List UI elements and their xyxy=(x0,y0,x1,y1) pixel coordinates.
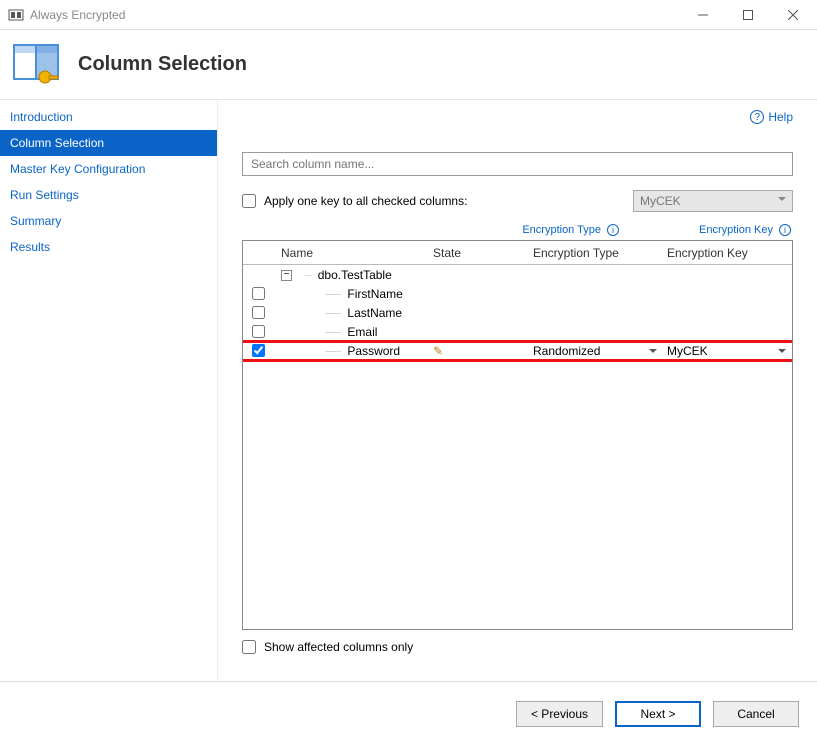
tree-connector-icon: ┈┈┈ xyxy=(325,347,340,358)
columns-grid: Name State Encryption Type Encryption Ke… xyxy=(242,240,793,630)
encryption-key-info-link[interactable]: Encryption Key i xyxy=(699,224,791,236)
chevron-down-icon xyxy=(649,349,657,357)
help-icon: ? xyxy=(750,110,764,124)
app-icon xyxy=(8,7,24,23)
apply-key-label: Apply one key to all checked columns: xyxy=(264,194,467,208)
window-title: Always Encrypted xyxy=(30,8,125,22)
sidebar-item-introduction[interactable]: Introduction xyxy=(0,104,217,130)
table-row: ┈┈┈ LastName xyxy=(243,303,792,322)
sidebar-item-run-settings[interactable]: Run Settings xyxy=(0,182,217,208)
sidebar-item-summary[interactable]: Summary xyxy=(0,208,217,234)
wizard-sidebar: Introduction Column Selection Master Key… xyxy=(0,100,218,681)
table-name: dbo.TestTable xyxy=(318,268,392,282)
help-label: Help xyxy=(768,110,793,124)
search-input[interactable] xyxy=(242,152,793,176)
row-checkbox[interactable] xyxy=(252,325,265,338)
maximize-button[interactable] xyxy=(725,0,770,30)
sidebar-item-column-selection[interactable]: Column Selection xyxy=(0,130,217,156)
previous-button[interactable]: < Previous xyxy=(516,701,603,727)
column-name: Email xyxy=(347,325,377,339)
cancel-button[interactable]: Cancel xyxy=(713,701,799,727)
next-button[interactable]: Next > xyxy=(615,701,701,727)
encryption-type-info-link[interactable]: Encryption Type i xyxy=(522,224,619,236)
minimize-button[interactable] xyxy=(680,0,725,30)
apply-key-combo[interactable]: MyCEK xyxy=(633,190,793,212)
tree-connector-icon: ┈┈┈ xyxy=(325,309,340,320)
table-row: ┈┈┈ Email xyxy=(243,322,792,341)
page-title: Column Selection xyxy=(78,53,247,76)
close-button[interactable] xyxy=(770,0,815,30)
row-checkbox[interactable] xyxy=(252,306,265,319)
column-name: Password xyxy=(347,344,400,358)
column-name: FirstName xyxy=(347,287,402,301)
help-link[interactable]: ? Help xyxy=(750,110,793,124)
tree-table-node[interactable]: − ┈ dbo.TestTable xyxy=(243,265,792,284)
row-checkbox[interactable] xyxy=(252,344,265,357)
wizard-footer: < Previous Next > Cancel xyxy=(0,681,817,745)
row-checkbox[interactable] xyxy=(252,287,265,300)
tree-connector-icon: ┈┈┈ xyxy=(325,328,340,339)
sidebar-item-results[interactable]: Results xyxy=(0,234,217,260)
show-affected-label: Show affected columns only xyxy=(264,640,413,654)
sidebar-item-master-key-configuration[interactable]: Master Key Configuration xyxy=(0,156,217,182)
grid-body: − ┈ dbo.TestTable ┈┈┈ FirstName xyxy=(243,265,792,629)
table-row: ┈┈┈ FirstName xyxy=(243,284,792,303)
encryption-type-dropdown[interactable]: Randomized xyxy=(533,344,663,358)
main-panel: ? Help Apply one key to all checked colu… xyxy=(218,100,817,681)
show-affected-checkbox[interactable] xyxy=(242,640,256,654)
column-selection-icon xyxy=(12,41,60,89)
tree-connector-icon: ┈ xyxy=(305,271,310,282)
collapse-icon[interactable]: − xyxy=(281,270,292,281)
grid-header-enctype[interactable]: Encryption Type xyxy=(533,246,663,260)
grid-header-name[interactable]: Name xyxy=(273,246,433,260)
info-icon: i xyxy=(779,224,791,236)
tree-connector-icon: ┈┈┈ xyxy=(325,290,340,301)
table-row: ┈┈┈ Password ✎ Randomized MyCEK xyxy=(243,341,792,360)
apply-key-combo-value: MyCEK xyxy=(640,194,681,208)
apply-key-checkbox-label[interactable]: Apply one key to all checked columns: xyxy=(242,194,467,208)
chevron-down-icon xyxy=(778,349,786,357)
page-header: Column Selection xyxy=(0,30,817,100)
edit-icon: ✎ xyxy=(433,344,443,358)
info-icon: i xyxy=(607,224,619,236)
apply-key-checkbox[interactable] xyxy=(242,194,256,208)
grid-header-state[interactable]: State xyxy=(433,246,533,260)
titlebar: Always Encrypted xyxy=(0,0,817,30)
grid-header: Name State Encryption Type Encryption Ke… xyxy=(243,241,792,265)
encryption-key-dropdown[interactable]: MyCEK xyxy=(667,344,792,358)
column-name: LastName xyxy=(347,306,402,320)
grid-header-enckey[interactable]: Encryption Key xyxy=(663,246,792,260)
